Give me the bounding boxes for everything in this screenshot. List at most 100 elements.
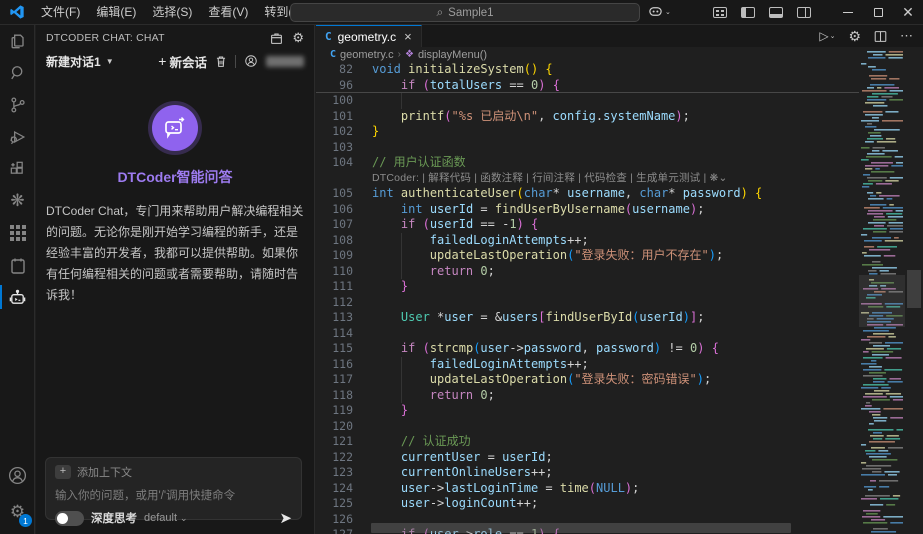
dtcoder-avatar [152, 105, 198, 151]
username-redacted [266, 56, 304, 67]
deep-think-toggle[interactable] [55, 511, 84, 526]
tab-geometry-c[interactable]: C geometry.c × [316, 25, 422, 47]
code-text: if (strcmp(user->password, password) != … [372, 341, 719, 357]
minimap[interactable] [859, 47, 905, 534]
menu-item[interactable]: 编辑(E) [88, 1, 144, 23]
line-number: 119 [316, 403, 353, 419]
add-context-button[interactable]: + [55, 465, 71, 479]
code-text: printf("%s 已启动\n", config.systemName); [372, 109, 690, 125]
sidebar-item-run-debug[interactable] [0, 121, 35, 153]
toggle-panel-icon[interactable] [769, 7, 783, 18]
toggle-secondary-sidebar-icon[interactable] [797, 7, 811, 18]
code-editor[interactable]: 82void initializeSystem() {96 if (totalU… [316, 62, 859, 534]
search-icon: ⌕ [436, 5, 443, 20]
settings-button[interactable]: ⚙ 1 [0, 492, 35, 530]
code-text: } [372, 403, 408, 419]
close-button[interactable]: ✕ [893, 0, 923, 25]
welcome-title: DTCoder智能问答 [36, 167, 314, 187]
horizontal-scrollbar-thumb[interactable] [371, 523, 791, 533]
line-number: 114 [316, 326, 353, 342]
codelens-row: DTCoder: | 解释代码 | 函数注释 | 行间注释 | 代码检查 | 生… [316, 171, 859, 187]
customize-layout-icon[interactable] [713, 7, 727, 18]
code-text: updateLastOperation("登录失败：密码错误"); [372, 372, 711, 388]
code-text: int authenticateUser(char* username, cha… [372, 186, 762, 202]
copilot-button[interactable]: ⌄ [648, 4, 671, 19]
breadcrumb-file[interactable]: geometry.c [340, 49, 394, 61]
chat-welcome: DTCoder智能问答 DTCoder Chat，专门用来帮助用户解决编程相关的… [36, 83, 314, 306]
code-line: 105int authenticateUser(char* username, … [316, 186, 859, 202]
settings-badge: 1 [19, 514, 32, 527]
panel-settings-icon[interactable]: ⚙ [292, 30, 304, 46]
code-line: 116 failedLoginAttempts++; [316, 357, 859, 373]
chevron-down-icon: ⌄ [180, 513, 188, 524]
model-value: default [144, 512, 177, 524]
model-select[interactable]: default ⌄ [144, 512, 188, 524]
minimize-icon [843, 12, 853, 13]
toggle-sidebar-icon[interactable] [741, 7, 755, 18]
indent-guide [401, 248, 402, 264]
codelens-link[interactable]: 代码检查 [584, 172, 630, 184]
sidebar-item-notes-extension[interactable] [0, 249, 35, 281]
line-number: 110 [316, 264, 353, 280]
menu-item[interactable]: 选择(S) [144, 1, 200, 23]
vertical-scrollbar-thumb[interactable] [907, 270, 921, 308]
codelens-link[interactable]: 生成单元测试 [636, 172, 703, 184]
code-text: User *user = &users[findUserById(userId)… [372, 310, 704, 326]
new-session-button[interactable]: + 新会话 [158, 52, 207, 71]
session-name: 新建对话1 [46, 53, 101, 70]
code-line: 106 int userId = findUserByUsername(user… [316, 202, 859, 218]
notepad-icon [9, 256, 27, 275]
code-line: 115 if (strcmp(user->password, password)… [316, 341, 859, 357]
run-debug-icon [8, 127, 28, 147]
panel-history-icon[interactable] [270, 32, 283, 45]
codelens-link[interactable]: 行间注释 [532, 172, 578, 184]
sidebar-item-dtcoder-chat[interactable] [0, 281, 35, 313]
minimap-slider[interactable] [859, 275, 905, 327]
account-button[interactable] [0, 458, 35, 492]
command-center-search[interactable]: ⌕ Sample1 [290, 3, 640, 22]
sidebar-item-grid-extension[interactable] [0, 217, 35, 249]
line-number: 96 [316, 78, 353, 93]
sidebar-item-search[interactable] [0, 57, 35, 89]
codelens-link[interactable]: 函数注释 [480, 172, 526, 184]
run-file-button[interactable]: ▷⌄ [819, 29, 835, 43]
delete-session-icon[interactable] [215, 55, 227, 68]
code-text: failedLoginAttempts++; [372, 233, 589, 249]
editor-settings-icon[interactable]: ⚙ [848, 28, 861, 45]
code-line: 122 currentUser = userId; [316, 450, 859, 466]
codelens-actions[interactable]: DTCoder: | 解释代码 | 函数注释 | 行间注释 | 代码检查 | 生… [372, 171, 728, 187]
breadcrumb-symbol[interactable]: displayMenu() [418, 49, 487, 61]
session-dropdown[interactable]: 新建对话1 ▼ [46, 53, 114, 70]
breadcrumb[interactable]: C geometry.c › ❖ displayMenu() [316, 47, 923, 62]
sidebar-item-swirl-extension[interactable]: ❋ [0, 185, 35, 217]
user-avatar-icon[interactable] [244, 54, 258, 68]
code-line: 82void initializeSystem() { [316, 62, 859, 78]
deep-think-label: 深度思考 [91, 510, 137, 526]
line-number: 117 [316, 372, 353, 388]
files-icon [8, 31, 28, 51]
tab-close-icon[interactable]: × [404, 29, 412, 44]
search-icon [8, 63, 28, 83]
maximize-button[interactable] [863, 0, 893, 25]
line-number: 113 [316, 310, 353, 326]
code-text: // 认证成功 [372, 434, 471, 450]
panel-title: DTCODER CHAT: CHAT [46, 32, 270, 44]
line-number: 112 [316, 295, 353, 311]
more-actions-icon[interactable]: ⋯ [900, 28, 913, 44]
sidebar-item-source-control[interactable] [0, 89, 35, 121]
vertical-scrollbar[interactable] [905, 47, 923, 534]
codelens-link[interactable]: 解释代码 [428, 172, 474, 184]
minimize-button[interactable] [833, 0, 863, 25]
menu-item[interactable]: 文件(F) [33, 1, 88, 23]
menu-item[interactable]: 查看(V) [200, 1, 256, 23]
send-button[interactable]: ➤ [279, 511, 292, 526]
line-number: 101 [316, 109, 353, 125]
line-number: 127 [316, 527, 353, 534]
sidebar-item-extensions[interactable] [0, 153, 35, 185]
sidebar-item-explorer[interactable] [0, 25, 35, 57]
code-text: updateLastOperation("登录失败：用户不存在"); [372, 248, 723, 264]
chat-input-placeholder[interactable]: 输入你的问题，或用'/'调用快捷命令 [55, 487, 292, 503]
split-editor-icon[interactable] [874, 30, 887, 43]
chat-input-box[interactable]: + 添加上下文 输入你的问题，或用'/'调用快捷命令 深度思考 default … [45, 457, 302, 520]
code-text: return 0; [372, 388, 495, 404]
